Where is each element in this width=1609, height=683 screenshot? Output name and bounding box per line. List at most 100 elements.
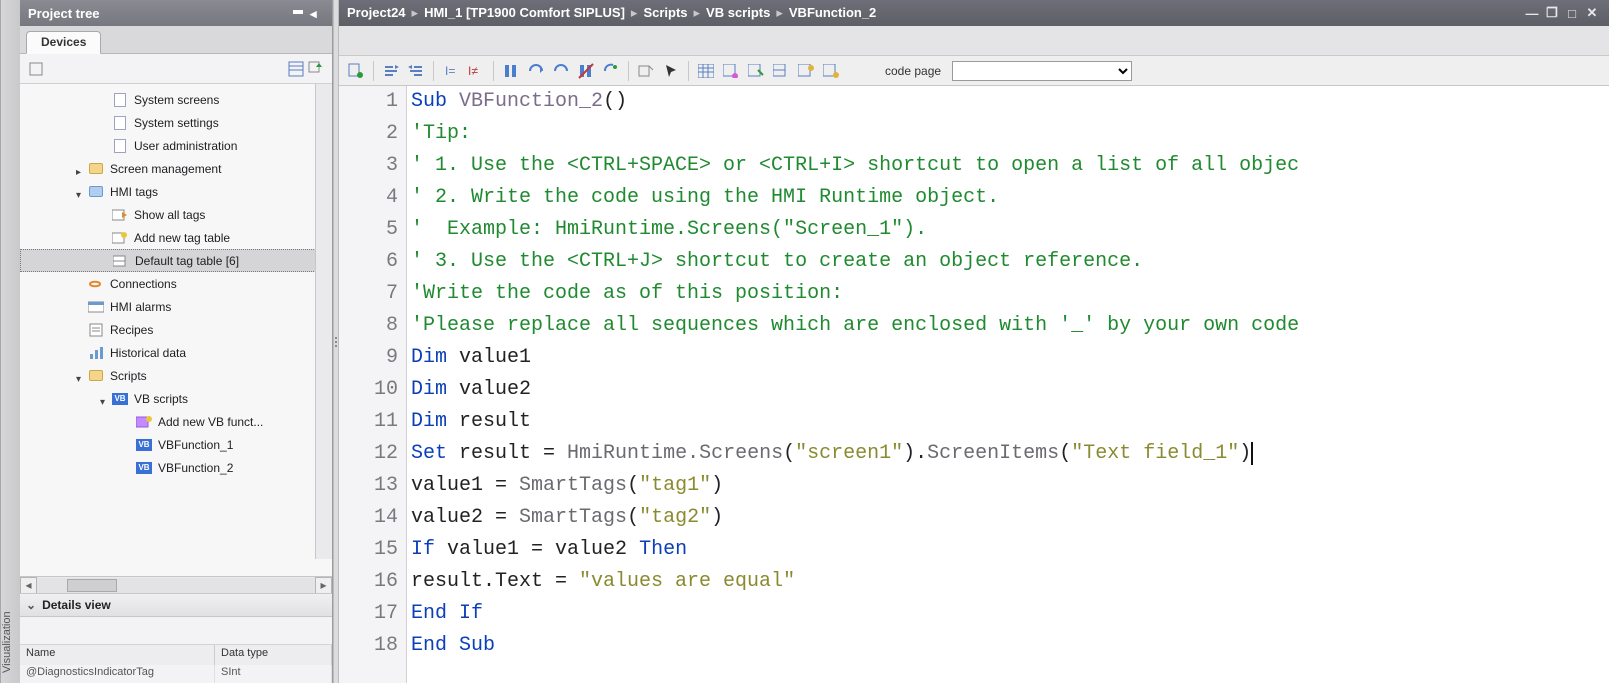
code-line[interactable]: ' 2. Write the code using the HMI Runtim… bbox=[411, 182, 1609, 214]
side-strip-visualization[interactable]: Visualization bbox=[0, 0, 20, 683]
tb-table1-icon[interactable] bbox=[695, 60, 717, 82]
col-datatype[interactable]: Data type bbox=[215, 645, 332, 665]
breadcrumb-item[interactable]: VB scripts bbox=[706, 5, 770, 20]
tb-table5-icon[interactable] bbox=[795, 60, 817, 82]
collapse-icon[interactable] bbox=[76, 187, 86, 197]
tb-table4-icon[interactable] bbox=[770, 60, 792, 82]
collapse-icon[interactable] bbox=[76, 371, 86, 381]
scroll-thumb[interactable] bbox=[67, 579, 117, 592]
project-tree-mini-toolbar bbox=[20, 54, 332, 84]
details-row[interactable]: @DiagnosticsIndicatorTag SInt bbox=[20, 665, 332, 683]
tree-item-default-tag-table-6[interactable]: Default tag table [6] bbox=[20, 249, 332, 272]
tb-indent-icon[interactable] bbox=[380, 60, 402, 82]
tb-outdent-icon[interactable] bbox=[405, 60, 427, 82]
code-line[interactable]: ' 1. Use the <CTRL+SPACE> or <CTRL+I> sh… bbox=[411, 150, 1609, 182]
collapse-icon[interactable] bbox=[100, 394, 110, 404]
tab-devices[interactable]: Devices bbox=[26, 31, 101, 54]
code-line[interactable]: value1 = SmartTags("tag1") bbox=[411, 470, 1609, 502]
code-page-select[interactable] bbox=[952, 61, 1132, 81]
code-line[interactable]: Set result = HmiRuntime.Screens("screen1… bbox=[411, 438, 1609, 470]
tree-item-label: System settings bbox=[134, 116, 219, 130]
tb-bookmarks-icon[interactable] bbox=[500, 60, 522, 82]
tree-item-add-new-vb-funct[interactable]: Add new VB funct... bbox=[20, 410, 332, 433]
tb-cursor-icon[interactable] bbox=[660, 60, 682, 82]
code-line[interactable]: Dim value1 bbox=[411, 342, 1609, 374]
breadcrumb-separator-icon: ▸ bbox=[412, 5, 419, 20]
tree-scrollbar-vertical[interactable] bbox=[315, 84, 332, 559]
tb-table3-icon[interactable] bbox=[745, 60, 767, 82]
window-minimize-icon[interactable]: — bbox=[1523, 5, 1541, 21]
tree-item-screen-management[interactable]: Screen management bbox=[20, 157, 332, 180]
code-line[interactable]: 'Write the code as of this position: bbox=[411, 278, 1609, 310]
code-line[interactable]: value2 = SmartTags("tag2") bbox=[411, 502, 1609, 534]
col-name[interactable]: Name bbox=[20, 645, 215, 665]
tree-item-system-settings[interactable]: System settings bbox=[20, 111, 332, 134]
breadcrumb-item[interactable]: Scripts bbox=[643, 5, 687, 20]
tb-run-icon[interactable] bbox=[600, 60, 622, 82]
line-number: 2 bbox=[339, 118, 398, 150]
tree-refresh-icon[interactable] bbox=[306, 59, 326, 79]
tb-uncomment-icon[interactable]: I≠ bbox=[465, 60, 487, 82]
tb-step-icon[interactable] bbox=[525, 60, 547, 82]
window-close-icon[interactable]: ✕ bbox=[1583, 5, 1601, 21]
code-line[interactable]: 'Tip: bbox=[411, 118, 1609, 150]
tree-item-show-all-tags[interactable]: Show all tags bbox=[20, 203, 332, 226]
code-line[interactable]: Dim value2 bbox=[411, 374, 1609, 406]
code-line[interactable]: Sub VBFunction_2() bbox=[411, 86, 1609, 118]
tb-bookmarks2-icon[interactable] bbox=[575, 60, 597, 82]
pane-pin-icon[interactable] bbox=[292, 6, 306, 20]
tb-find-icon[interactable] bbox=[635, 60, 657, 82]
breadcrumb[interactable]: Project24▸HMI_1 [TP1900 Comfort SIPLUS]▸… bbox=[347, 5, 876, 21]
tree-scrollbar-horizontal[interactable]: ◂ ▸ bbox=[20, 576, 332, 593]
tree-item-vbfunction-2[interactable]: VBVBFunction_2 bbox=[20, 456, 332, 479]
tb-compile-icon[interactable] bbox=[345, 60, 367, 82]
tree-item-label: Show all tags bbox=[134, 208, 205, 222]
scroll-left-icon[interactable]: ◂ bbox=[20, 577, 37, 594]
tree-item-historical-data[interactable]: Historical data bbox=[20, 341, 332, 364]
tree-view-icon[interactable] bbox=[286, 59, 306, 79]
window-restore-icon[interactable]: ❐ bbox=[1543, 5, 1561, 21]
tb-table6-icon[interactable] bbox=[820, 60, 842, 82]
tb-comment-icon[interactable]: I= bbox=[440, 60, 462, 82]
code-line[interactable]: End Sub bbox=[411, 630, 1609, 662]
project-tree-title-bar: Project tree ◂ bbox=[20, 0, 332, 26]
tree-item-vbfunction-1[interactable]: VBVBFunction_1 bbox=[20, 433, 332, 456]
breadcrumb-item[interactable]: HMI_1 [TP1900 Comfort SIPLUS] bbox=[424, 5, 625, 20]
project-tree-title: Project tree bbox=[28, 6, 100, 21]
project-tree-pane: Project tree ◂ Devices System screensSys… bbox=[20, 0, 333, 683]
breadcrumb-item[interactable]: Project24 bbox=[347, 5, 406, 20]
code-content[interactable]: Sub VBFunction_2()'Tip:' 1. Use the <CTR… bbox=[407, 86, 1609, 683]
tree-item-label: Historical data bbox=[110, 346, 186, 360]
breadcrumb-bar: Project24▸HMI_1 [TP1900 Comfort SIPLUS]▸… bbox=[339, 0, 1609, 26]
tree-settings-icon[interactable] bbox=[26, 59, 46, 79]
details-view-title: Details view bbox=[42, 598, 111, 612]
expand-icon[interactable] bbox=[76, 164, 86, 174]
code-line[interactable]: If value1 = value2 Then bbox=[411, 534, 1609, 566]
line-number: 12 bbox=[339, 438, 398, 470]
pane-collapse-icon[interactable]: ◂ bbox=[310, 6, 324, 20]
window-maximize-icon[interactable]: □ bbox=[1563, 5, 1581, 21]
project-tree[interactable]: System screens System settings User admini… bbox=[20, 84, 332, 576]
tb-table2-icon[interactable] bbox=[720, 60, 742, 82]
scroll-right-icon[interactable]: ▸ bbox=[315, 577, 332, 594]
tb-step2-icon[interactable] bbox=[550, 60, 572, 82]
tree-item-user-administration[interactable]: User administration bbox=[20, 134, 332, 157]
tree-item-add-new-tag-table[interactable]: Add new tag table bbox=[20, 226, 332, 249]
tree-item-connections[interactable]: Connections bbox=[20, 272, 332, 295]
code-line[interactable]: result.Text = "values are equal" bbox=[411, 566, 1609, 598]
tree-item-scripts[interactable]: Scripts bbox=[20, 364, 332, 387]
code-line[interactable]: ' Example: HmiRuntime.Screens("Screen_1"… bbox=[411, 214, 1609, 246]
code-editor[interactable]: 123456789101112131415161718 Sub VBFuncti… bbox=[339, 86, 1609, 683]
code-line[interactable]: End If bbox=[411, 598, 1609, 630]
code-line[interactable]: Dim result bbox=[411, 406, 1609, 438]
tree-item-vb-scripts[interactable]: VBVB scripts bbox=[20, 387, 332, 410]
tree-item-recipes[interactable]: Recipes bbox=[20, 318, 332, 341]
tree-item-system-screens[interactable]: System screens bbox=[20, 88, 332, 111]
details-view-header[interactable]: ⌄ Details view bbox=[20, 593, 332, 617]
breadcrumb-item[interactable]: VBFunction_2 bbox=[789, 5, 876, 20]
tree-item-hmi-alarms[interactable]: HMI alarms bbox=[20, 295, 332, 318]
tree-item-hmi-tags[interactable]: HMI tags bbox=[20, 180, 332, 203]
code-line[interactable]: 'Please replace all sequences which are … bbox=[411, 310, 1609, 342]
code-line[interactable]: ' 3. Use the <CTRL+J> shortcut to create… bbox=[411, 246, 1609, 278]
tree-item-label: User administration bbox=[134, 139, 237, 153]
